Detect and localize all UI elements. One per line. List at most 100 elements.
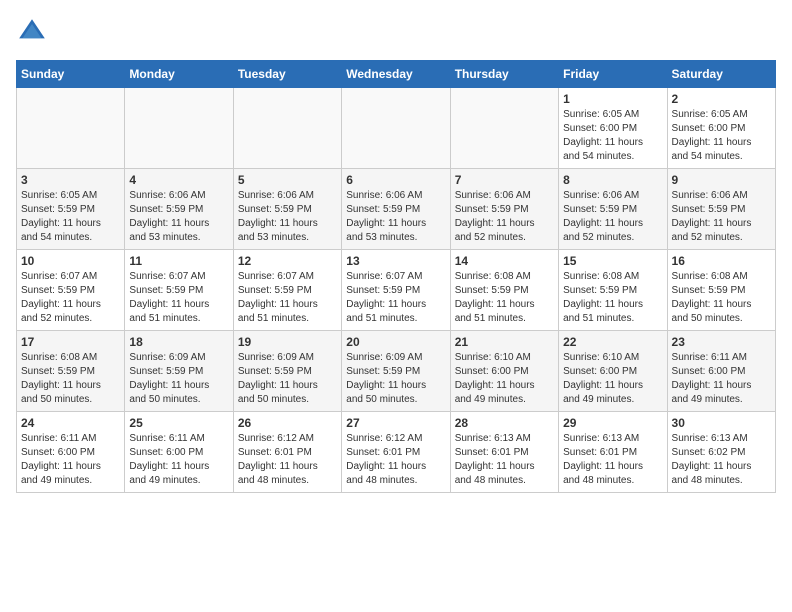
calendar-cell: 10 Sunrise: 6:07 AM Sunset: 5:59 PM Dayli…	[17, 250, 125, 331]
day-info: Sunrise: 6:07 AM Sunset: 5:59 PM Dayligh…	[21, 270, 120, 326]
day-number: 14	[455, 254, 554, 268]
day-info: Sunrise: 6:11 AM Sunset: 6:00 PM Dayligh…	[129, 432, 228, 488]
day-info: Sunrise: 6:06 AM Sunset: 5:59 PM Dayligh…	[563, 189, 662, 245]
weekday-header-sunday: Sunday	[17, 61, 125, 88]
calendar-cell: 16 Sunrise: 6:08 AM Sunset: 5:59 PM Dayli…	[667, 250, 775, 331]
weekday-header-thursday: Thursday	[450, 61, 558, 88]
calendar-cell: 7 Sunrise: 6:06 AM Sunset: 5:59 PM Daylig…	[450, 169, 558, 250]
calendar-cell: 13 Sunrise: 6:07 AM Sunset: 5:59 PM Dayli…	[342, 250, 450, 331]
calendar-cell: 25 Sunrise: 6:11 AM Sunset: 6:00 PM Dayli…	[125, 412, 233, 493]
day-number: 12	[238, 254, 337, 268]
day-number: 23	[672, 335, 771, 349]
day-info: Sunrise: 6:09 AM Sunset: 5:59 PM Dayligh…	[346, 351, 445, 407]
day-number: 8	[563, 173, 662, 187]
day-info: Sunrise: 6:13 AM Sunset: 6:01 PM Dayligh…	[455, 432, 554, 488]
calendar-cell: 4Sunrise: 6:06 AM Sunset: 5:59 PM Daylig…	[125, 169, 233, 250]
calendar-week-row: 10 Sunrise: 6:07 AM Sunset: 5:59 PM Dayli…	[17, 250, 776, 331]
day-number: 20	[346, 335, 445, 349]
calendar-cell: 23Sunrise: 6:11 AM Sunset: 6:00 PM Dayli…	[667, 331, 775, 412]
day-number: 13	[346, 254, 445, 268]
weekday-header-tuesday: Tuesday	[233, 61, 341, 88]
calendar-cell: 19 Sunrise: 6:09 AM Sunset: 5:59 PM Dayli…	[233, 331, 341, 412]
day-info: Sunrise: 6:12 AM Sunset: 6:01 PM Dayligh…	[346, 432, 445, 488]
day-number: 27	[346, 416, 445, 430]
calendar-cell: 21Sunrise: 6:10 AM Sunset: 6:00 PM Dayli…	[450, 331, 558, 412]
calendar-cell: 28 Sunrise: 6:13 AM Sunset: 6:01 PM Dayli…	[450, 412, 558, 493]
day-number: 10	[21, 254, 120, 268]
day-info: Sunrise: 6:07 AM Sunset: 5:59 PM Dayligh…	[346, 270, 445, 326]
day-number: 18	[129, 335, 228, 349]
calendar-cell: 17 Sunrise: 6:08 AM Sunset: 5:59 PM Dayli…	[17, 331, 125, 412]
day-number: 25	[129, 416, 228, 430]
calendar-cell: 1Sunrise: 6:05 AM Sunset: 6:00 PM Daylig…	[559, 88, 667, 169]
calendar-cell: 24Sunrise: 6:11 AM Sunset: 6:00 PM Dayli…	[17, 412, 125, 493]
calendar-cell: 26 Sunrise: 6:12 AM Sunset: 6:01 PM Dayli…	[233, 412, 341, 493]
day-info: Sunrise: 6:10 AM Sunset: 6:00 PM Dayligh…	[563, 351, 662, 407]
logo-icon	[16, 16, 48, 48]
day-info: Sunrise: 6:08 AM Sunset: 5:59 PM Dayligh…	[455, 270, 554, 326]
day-number: 17	[21, 335, 120, 349]
calendar-cell	[125, 88, 233, 169]
calendar-cell: 2Sunrise: 6:05 AM Sunset: 6:00 PM Daylig…	[667, 88, 775, 169]
day-number: 26	[238, 416, 337, 430]
day-number: 4	[129, 173, 228, 187]
calendar-cell: 27 Sunrise: 6:12 AM Sunset: 6:01 PM Dayli…	[342, 412, 450, 493]
weekday-header-row: SundayMondayTuesdayWednesdayThursdayFrid…	[17, 61, 776, 88]
day-info: Sunrise: 6:09 AM Sunset: 5:59 PM Dayligh…	[238, 351, 337, 407]
day-info: Sunrise: 6:06 AM Sunset: 5:59 PM Dayligh…	[455, 189, 554, 245]
day-number: 24	[21, 416, 120, 430]
calendar-cell: 20 Sunrise: 6:09 AM Sunset: 5:59 PM Dayli…	[342, 331, 450, 412]
day-number: 15	[563, 254, 662, 268]
weekday-header-monday: Monday	[125, 61, 233, 88]
calendar-cell	[450, 88, 558, 169]
day-info: Sunrise: 6:06 AM Sunset: 5:59 PM Dayligh…	[346, 189, 445, 245]
day-number: 2	[672, 92, 771, 106]
calendar-cell: 14 Sunrise: 6:08 AM Sunset: 5:59 PM Dayli…	[450, 250, 558, 331]
weekday-header-friday: Friday	[559, 61, 667, 88]
calendar-week-row: 17 Sunrise: 6:08 AM Sunset: 5:59 PM Dayli…	[17, 331, 776, 412]
day-info: Sunrise: 6:05 AM Sunset: 6:00 PM Dayligh…	[563, 108, 662, 164]
calendar-cell: 12 Sunrise: 6:07 AM Sunset: 5:59 PM Dayli…	[233, 250, 341, 331]
day-info: Sunrise: 6:08 AM Sunset: 5:59 PM Dayligh…	[21, 351, 120, 407]
day-number: 21	[455, 335, 554, 349]
page-header	[16, 16, 776, 48]
day-number: 9	[672, 173, 771, 187]
day-number: 29	[563, 416, 662, 430]
day-info: Sunrise: 6:13 AM Sunset: 6:02 PM Dayligh…	[672, 432, 771, 488]
day-number: 28	[455, 416, 554, 430]
day-number: 7	[455, 173, 554, 187]
calendar-cell: 11 Sunrise: 6:07 AM Sunset: 5:59 PM Dayli…	[125, 250, 233, 331]
calendar-cell	[233, 88, 341, 169]
day-info: Sunrise: 6:09 AM Sunset: 5:59 PM Dayligh…	[129, 351, 228, 407]
day-info: Sunrise: 6:08 AM Sunset: 5:59 PM Dayligh…	[563, 270, 662, 326]
calendar-cell: 8 Sunrise: 6:06 AM Sunset: 5:59 PM Daylig…	[559, 169, 667, 250]
calendar-cell: 29 Sunrise: 6:13 AM Sunset: 6:01 PM Dayli…	[559, 412, 667, 493]
calendar-cell	[342, 88, 450, 169]
calendar-cell	[17, 88, 125, 169]
day-number: 3	[21, 173, 120, 187]
day-number: 19	[238, 335, 337, 349]
calendar-cell: 18 Sunrise: 6:09 AM Sunset: 5:59 PM Dayli…	[125, 331, 233, 412]
calendar-week-row: 1Sunrise: 6:05 AM Sunset: 6:00 PM Daylig…	[17, 88, 776, 169]
calendar-cell: 5Sunrise: 6:06 AM Sunset: 5:59 PM Daylig…	[233, 169, 341, 250]
day-info: Sunrise: 6:06 AM Sunset: 5:59 PM Dayligh…	[238, 189, 337, 245]
calendar-week-row: 24 Sunrise: 6:11 AM Sunset: 6:00 PM Dayli…	[17, 412, 776, 493]
day-info: Sunrise: 6:13 AM Sunset: 6:01 PM Dayligh…	[563, 432, 662, 488]
day-info: Sunrise: 6:07 AM Sunset: 5:59 PM Dayligh…	[238, 270, 337, 326]
day-number: 6	[346, 173, 445, 187]
logo	[16, 16, 52, 48]
calendar-cell: 3Sunrise: 6:05 AM Sunset: 5:59 PM Daylig…	[17, 169, 125, 250]
day-info: Sunrise: 6:08 AM Sunset: 5:59 PM Dayligh…	[672, 270, 771, 326]
weekday-header-saturday: Saturday	[667, 61, 775, 88]
calendar-cell: 22 Sunrise: 6:10 AM Sunset: 6:00 PM Dayli…	[559, 331, 667, 412]
calendar-cell: 6 Sunrise: 6:06 AM Sunset: 5:59 PM Daylig…	[342, 169, 450, 250]
calendar-cell: 30 Sunrise: 6:13 AM Sunset: 6:02 PM Dayli…	[667, 412, 775, 493]
day-number: 22	[563, 335, 662, 349]
day-number: 11	[129, 254, 228, 268]
day-info: Sunrise: 6:07 AM Sunset: 5:59 PM Dayligh…	[129, 270, 228, 326]
calendar-cell: 9Sunrise: 6:06 AM Sunset: 5:59 PM Daylig…	[667, 169, 775, 250]
day-info: Sunrise: 6:12 AM Sunset: 6:01 PM Dayligh…	[238, 432, 337, 488]
day-number: 16	[672, 254, 771, 268]
day-number: 30	[672, 416, 771, 430]
calendar-cell: 15 Sunrise: 6:08 AM Sunset: 5:59 PM Dayli…	[559, 250, 667, 331]
